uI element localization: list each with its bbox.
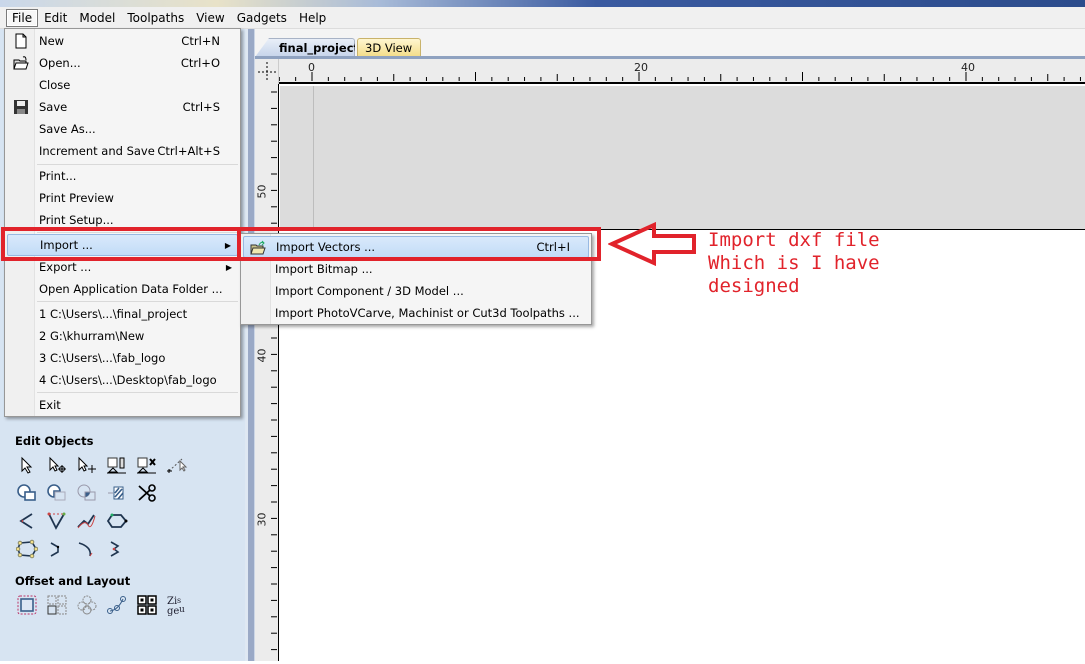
edit-objects-title: Edit Objects xyxy=(15,434,94,448)
edit-objects-row-4 xyxy=(16,538,128,560)
nesting-icon[interactable] xyxy=(136,594,158,616)
save-icon xyxy=(13,99,29,115)
delete-align-icon[interactable] xyxy=(136,454,158,476)
menu-item-save[interactable]: Save Ctrl+S xyxy=(7,96,238,118)
scissors-icon[interactable] xyxy=(136,482,158,504)
arc-icon[interactable] xyxy=(106,538,128,560)
offset-layout-title: Offset and Layout xyxy=(15,574,131,588)
join-vector-icon[interactable] xyxy=(106,510,128,532)
fillet-icon[interactable] xyxy=(16,510,38,532)
tab-final-project[interactable]: final_project xyxy=(255,38,355,57)
menu-item-recent-3[interactable]: 3 C:\Users\...\fab_logo xyxy=(7,347,238,369)
menu-view[interactable]: View xyxy=(190,9,230,27)
menu-item-open[interactable]: Open... Ctrl+O xyxy=(7,52,238,74)
align-icon[interactable] xyxy=(106,454,128,476)
menu-model[interactable]: Model xyxy=(73,9,121,27)
menu-edit[interactable]: Edit xyxy=(38,9,73,27)
menu-item-recent-1[interactable]: 1 C:\Users\...\final_project xyxy=(7,303,238,325)
menu-separator xyxy=(37,392,238,393)
document-tabs: final_project 3D View xyxy=(255,29,1085,57)
polyline-nodes-icon[interactable] xyxy=(16,538,38,560)
menu-gadgets[interactable]: Gadgets xyxy=(231,9,293,27)
horizontal-ruler: 0 20 40 xyxy=(278,59,1085,84)
measure-icon[interactable] xyxy=(166,454,188,476)
menu-file[interactable]: File xyxy=(6,8,39,27)
menu-bar: File Edit Model Toolpaths View Gadgets H… xyxy=(0,7,1085,29)
menu-toolpaths[interactable]: Toolpaths xyxy=(121,9,190,27)
menu-separator xyxy=(37,301,238,302)
bezier-icon[interactable] xyxy=(76,538,98,560)
weld-icon[interactable] xyxy=(16,482,38,504)
menu-item-print[interactable]: Print... xyxy=(7,165,238,187)
svg-text:ge: ge xyxy=(167,606,179,616)
menu-help[interactable]: Help xyxy=(293,9,332,27)
ruler-corner-icon[interactable] xyxy=(255,59,279,84)
menu-item-save-as[interactable]: Save As... xyxy=(7,118,238,140)
offset-layout-row: Zi s ge u xyxy=(16,594,188,616)
menu-item-close[interactable]: Close xyxy=(7,74,238,96)
vruler-label-50: 50 xyxy=(255,184,269,199)
edit-objects-row-3 xyxy=(16,510,128,532)
import-highlight-box xyxy=(1,227,241,261)
panel-splitter[interactable] xyxy=(245,29,255,661)
smooth-icon[interactable] xyxy=(76,510,98,532)
menu-item-recent-2[interactable]: 2 G:\khurram\New xyxy=(7,325,238,347)
menu-item-recent-4[interactable]: 4 C:\Users\...\Desktop\fab_logo xyxy=(7,369,238,391)
offset-icon[interactable] xyxy=(16,594,38,616)
svg-text:u: u xyxy=(179,605,185,615)
intersect-icon[interactable] xyxy=(76,482,98,504)
node-edit-icon[interactable] xyxy=(46,454,68,476)
copy-along-icon[interactable] xyxy=(106,594,128,616)
import-vectors-highlight-box xyxy=(237,227,601,261)
annotation-arrow-icon xyxy=(608,222,696,266)
trim-icon[interactable] xyxy=(106,482,128,504)
transform-icon[interactable] xyxy=(76,454,98,476)
hruler-label-40: 40 xyxy=(961,61,975,74)
annotation-text: Import dxf file Which is I have designed xyxy=(708,229,880,297)
vertical-ruler-ticks xyxy=(271,91,277,651)
guide-line xyxy=(313,86,314,230)
hruler-label-20: 20 xyxy=(634,61,648,74)
edit-objects-row-2 xyxy=(16,482,158,504)
hruler-label-0: 0 xyxy=(308,61,315,74)
circular-array-icon[interactable] xyxy=(76,594,98,616)
menu-item-import-bitmap[interactable]: Import Bitmap ... xyxy=(243,258,589,280)
close-vector-icon[interactable] xyxy=(46,510,68,532)
menu-item-new[interactable]: New Ctrl+N xyxy=(7,30,238,52)
menu-item-print-preview[interactable]: Print Preview xyxy=(7,187,238,209)
text-layout-icon[interactable]: Zi s ge u xyxy=(166,594,188,616)
vruler-label-40: 40 xyxy=(255,348,269,363)
subtract-icon[interactable] xyxy=(46,482,68,504)
array-copy-icon[interactable] xyxy=(46,594,68,616)
new-file-icon xyxy=(13,33,29,49)
menu-item-import-component[interactable]: Import Component / 3D Model ... xyxy=(243,280,589,302)
menu-item-import-toolpaths[interactable]: Import PhotoVCarve, Machinist or Cut3d T… xyxy=(243,302,589,324)
curve-node-icon[interactable] xyxy=(46,538,68,560)
menu-item-exit[interactable]: Exit xyxy=(7,394,238,416)
menu-item-increment-save[interactable]: Increment and Save Ctrl+Alt+S xyxy=(7,140,238,162)
tab-3d-view[interactable]: 3D View xyxy=(357,38,421,57)
open-folder-icon xyxy=(13,55,29,71)
window-title-bar xyxy=(0,0,1085,7)
vertical-ruler: 50 40 30 xyxy=(255,84,279,661)
svg-text:s: s xyxy=(177,596,181,605)
select-icon[interactable] xyxy=(16,454,38,476)
edit-objects-row-1 xyxy=(16,454,188,476)
vruler-label-30: 30 xyxy=(255,512,269,527)
menu-item-open-app-data[interactable]: Open Application Data Folder ... xyxy=(7,278,238,300)
drawing-canvas[interactable] xyxy=(280,86,1085,661)
material-area xyxy=(280,86,1085,230)
submenu-arrow-icon: ▶ xyxy=(225,262,232,272)
file-menu: New Ctrl+N Open... Ctrl+O Close Save Ctr… xyxy=(4,28,241,417)
